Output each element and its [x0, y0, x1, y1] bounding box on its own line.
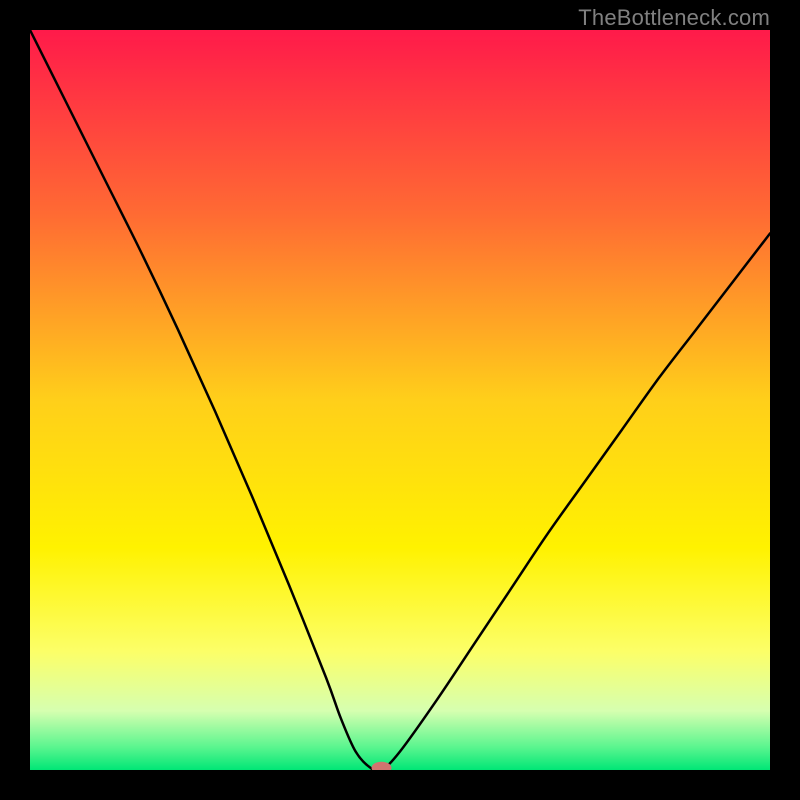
gradient-background	[30, 30, 770, 770]
plot-area	[30, 30, 770, 770]
watermark-text: TheBottleneck.com	[578, 5, 770, 31]
chart-svg	[30, 30, 770, 770]
chart-frame: TheBottleneck.com	[0, 0, 800, 800]
